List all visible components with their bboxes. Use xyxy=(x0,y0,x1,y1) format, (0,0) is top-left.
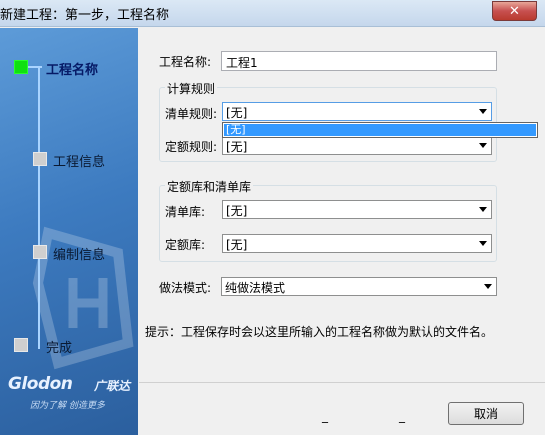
method-select[interactable]: 纯做法模式 xyxy=(221,277,497,296)
step-label-finish: 完成 xyxy=(46,341,73,356)
list-lib-select[interactable]: [无] xyxy=(222,200,492,219)
quota-rule-value: [无] xyxy=(226,140,248,154)
quota-rule-label: 定额规则: xyxy=(165,140,218,154)
wizard-main-panel: 工程名称: 工程1 计算规则 清单规则: [无] 定额规则: [无] 定额库和清… xyxy=(139,28,545,435)
list-lib-value: [无] xyxy=(226,204,248,218)
libraries-title: 定额库和清单库 xyxy=(165,178,254,195)
quota-lib-value: [无] xyxy=(226,238,248,252)
window-title: 新建工程：第一步，工程名称 xyxy=(0,8,170,23)
project-name-input[interactable]: 工程1 xyxy=(221,51,497,71)
step-indicator xyxy=(33,152,47,166)
chevron-down-icon xyxy=(479,241,487,246)
step-connector-line xyxy=(38,66,40,349)
chevron-down-icon xyxy=(479,143,487,148)
list-rule-label: 清单规则: xyxy=(165,107,218,121)
next-button-placeholder[interactable]: _ xyxy=(399,409,405,423)
dropdown-option[interactable]: [无] xyxy=(224,124,536,136)
method-value: 纯做法模式 xyxy=(225,281,286,295)
quota-lib-select[interactable]: [无] xyxy=(222,234,492,253)
wizard-sidebar: 工程名称 工程信息 编制信息 完成 Glodon 广联达 因为了解 创造更多 xyxy=(0,28,138,435)
step-label-compile-info: 编制信息 xyxy=(53,248,106,263)
cancel-button[interactable]: 取消 xyxy=(448,402,524,425)
footer-divider xyxy=(139,382,545,383)
step-label-project-name: 工程名称 xyxy=(46,63,99,78)
project-name-label: 工程名称: xyxy=(159,55,212,69)
hint-text: 提示：工程保存时会以这里所输入的工程名称做为默认的文件名。 xyxy=(145,325,494,339)
prev-button-placeholder[interactable]: _ xyxy=(322,409,328,423)
list-lib-label: 清单库: xyxy=(165,205,206,219)
title-bar: 新建工程：第一步，工程名称 ✕ xyxy=(0,0,545,27)
chevron-down-icon xyxy=(479,207,487,212)
method-label: 做法模式: xyxy=(159,281,212,295)
chevron-down-icon xyxy=(479,109,487,114)
brand-logo-cn: 广联达 xyxy=(94,379,131,393)
step-indicator xyxy=(33,245,47,259)
chevron-down-icon xyxy=(484,284,492,289)
close-button[interactable]: ✕ xyxy=(492,1,537,21)
list-rule-value: [无] xyxy=(226,106,248,120)
close-icon: ✕ xyxy=(509,3,520,19)
step-label-project-info: 工程信息 xyxy=(53,155,106,170)
brand-logo: Glodon xyxy=(8,374,73,394)
quota-rule-select[interactable]: [无] xyxy=(222,136,492,155)
calc-rules-title: 计算规则 xyxy=(165,80,218,97)
quota-lib-label: 定额库: xyxy=(165,238,206,252)
list-rule-dropdown: [无] xyxy=(222,122,538,138)
step-indicator xyxy=(14,338,28,352)
list-rule-select[interactable]: [无] xyxy=(222,102,492,121)
step-indicator-active xyxy=(14,60,28,74)
brand-slogan: 因为了解 创造更多 xyxy=(30,401,105,411)
